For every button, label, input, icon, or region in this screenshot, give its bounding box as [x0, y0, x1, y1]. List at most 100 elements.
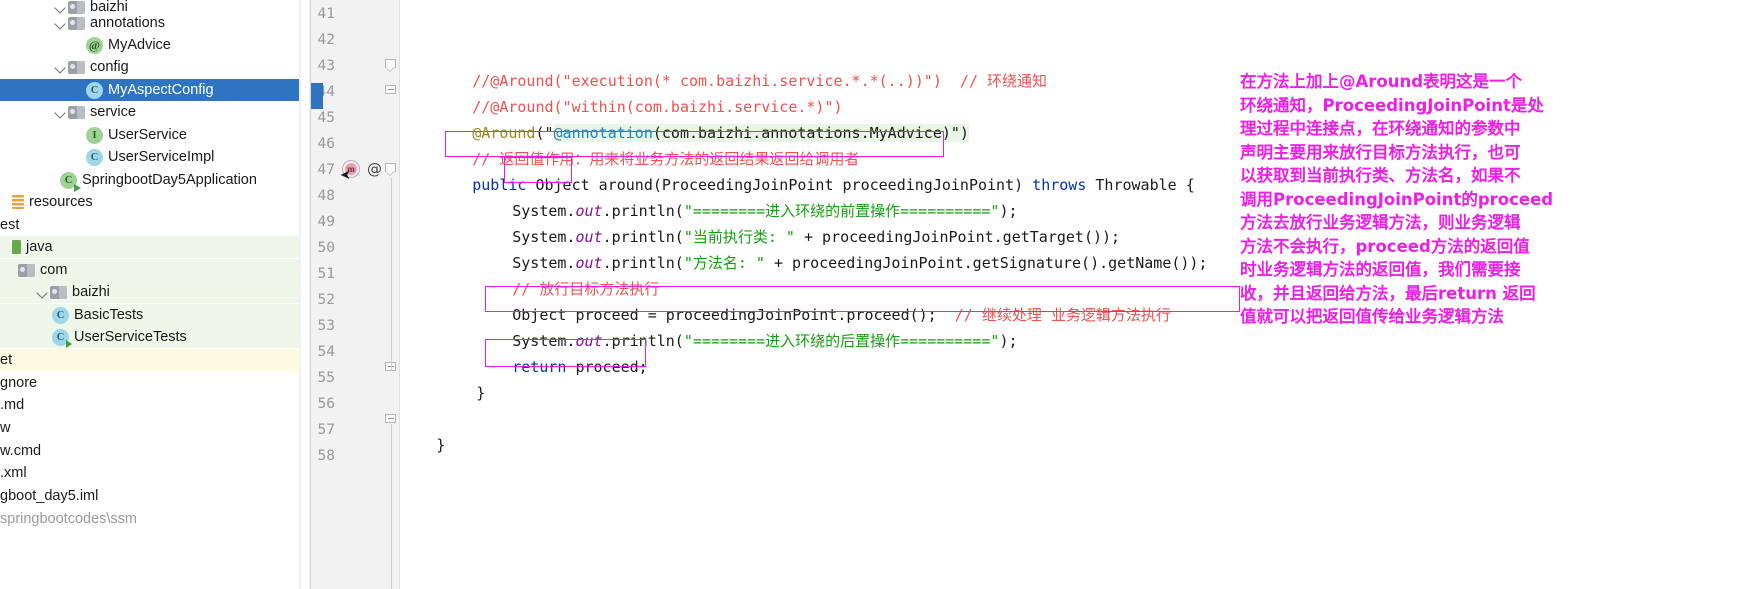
line-number: 55	[317, 370, 335, 386]
note-line: 时业务逻辑方法的返回值，我们需要接	[1240, 260, 1521, 279]
note-line: 理过程中连接点，在环绕通知的参数中	[1240, 119, 1521, 138]
line-number: 41	[317, 6, 335, 22]
annotation-gutter-icon[interactable]: @	[367, 162, 382, 177]
closing-brace: }	[436, 436, 446, 454]
explanatory-annotation-note: 在方法上加上@Around表明这是一个 环绕通知，ProceedingJoinPo…	[1240, 70, 1560, 329]
note-line: 声明主要用来放行目标方法执行，也可	[1240, 142, 1521, 162]
tree-item-annotations[interactable]: annotations	[0, 12, 299, 34]
tree-item-myaspectconfig[interactable]: C MyAspectConfig	[0, 79, 299, 102]
closing-brace: }	[476, 384, 486, 402]
folder-icon	[68, 16, 85, 30]
annotation-icon: @	[86, 36, 103, 54]
string-literal: "方法名: "	[683, 254, 765, 272]
tree-item-label: UserServiceTests	[74, 328, 187, 345]
editor-gutter[interactable]: 41 42 43 44 45 46 47 48 49 50 51 52 53 54 55 56 57 58 m ➤ @	[311, 0, 399, 589]
test-class-icon: C	[52, 328, 72, 348]
throws-clause: Throwable {	[1086, 176, 1195, 194]
tree-item-et[interactable]: et	[0, 349, 299, 372]
tree-item--md[interactable]: .md	[0, 394, 299, 416]
chevron-down-icon[interactable]	[34, 284, 50, 300]
note-line: 调用ProceedingJoinPoint的proceed	[1240, 189, 1554, 209]
tree-item-label: MyAdvice	[108, 36, 171, 53]
tree-item-service[interactable]: service	[0, 101, 299, 123]
tree-item-label: .md	[0, 396, 25, 413]
fold-guide-line	[390, 178, 392, 370]
tree-item-label: .xml	[0, 464, 27, 481]
aspect-advice-gutter-icon[interactable]: m ➤	[340, 160, 360, 182]
line-number: 48	[317, 188, 335, 204]
code-fold-toggle-icon[interactable]	[385, 414, 398, 427]
tree-item-label: service	[90, 103, 136, 120]
line-number: 52	[317, 292, 335, 308]
tree-item-springbootcodes-ssm[interactable]: springbootcodes\ssm	[0, 508, 299, 530]
tree-item-config[interactable]: config	[0, 56, 299, 78]
code-line-55: }	[404, 371, 485, 416]
tree-item-userservicetests[interactable]: C UserServiceTests	[0, 326, 299, 349]
tree-item-label: est	[0, 216, 20, 233]
tree-item-w[interactable]: w	[0, 417, 299, 439]
keyword-return: return	[512, 358, 567, 376]
code-fold-toggle-icon[interactable]	[385, 362, 398, 375]
line-number: 51	[317, 266, 335, 282]
line-number: 54	[317, 344, 335, 360]
line-number: 49	[317, 214, 335, 230]
line-number: 56	[317, 396, 335, 412]
chevron-down-icon[interactable]	[52, 15, 68, 31]
tree-item-java[interactable]: java	[0, 236, 299, 259]
tree-item-basictests[interactable]: C BasicTests	[0, 304, 299, 327]
tree-item--xml[interactable]: .xml	[0, 462, 299, 484]
keyword-throws: throws	[1032, 176, 1087, 194]
resources-icon	[12, 195, 24, 210]
chevron-down-icon[interactable]	[52, 59, 68, 75]
tree-item-userserviceimpl[interactable]: C UserServiceImpl	[0, 146, 299, 168]
tree-item-userservice[interactable]: I UserService	[0, 124, 299, 146]
tree-item-springbootday5application[interactable]: C SpringbootDay5Application	[0, 169, 299, 192]
project-tree-panel[interactable]: baizhi annotations @ MyAdvice config C MyAspec…	[0, 0, 299, 589]
folder-icon	[50, 285, 67, 299]
tree-item-baizhi[interactable]: baizhi	[0, 281, 299, 304]
code-fold-toggle-icon[interactable]	[385, 163, 398, 176]
note-line: 以获取到当前执行类、方法名，如果不	[1240, 166, 1521, 185]
tree-item-label: springbootcodes\ssm	[0, 510, 138, 527]
tree-item-label: annotations	[90, 14, 165, 31]
note-line: 收，并且返回给方法，最后return 返回	[1240, 283, 1536, 303]
line-number: 53	[317, 318, 335, 334]
tree-item-est[interactable]: est	[0, 214, 299, 236]
fold-box	[385, 59, 396, 68]
tree-item-label: MyAspectConfig	[108, 81, 214, 98]
spring-class-icon: C	[60, 171, 81, 192]
line-number: 57	[317, 422, 335, 438]
source-root-icon	[12, 240, 21, 255]
chevron-down-icon[interactable]	[52, 104, 68, 120]
string-literal: "========进入环绕的后置操作=========="	[683, 332, 1000, 350]
folder-icon	[18, 263, 35, 277]
ide-window: baizhi annotations @ MyAdvice config C MyAspec…	[0, 0, 1741, 589]
tree-item-label: SpringbootDay5Application	[82, 171, 257, 188]
fold-dash	[387, 418, 394, 419]
line-number: 47	[317, 162, 335, 178]
statement-end: );	[999, 332, 1018, 350]
line-number: 58	[317, 448, 335, 464]
tree-item-label: gboot_day5.iml	[0, 487, 99, 504]
class-icon: C	[86, 81, 103, 99]
tree-item-myadvice[interactable]: @ MyAdvice	[0, 34, 299, 56]
tree-item-label: UserServiceImpl	[108, 148, 215, 165]
tree-item-label: config	[90, 58, 129, 75]
tree-item-com[interactable]: com	[0, 259, 299, 282]
code-fold-toggle-icon[interactable]	[385, 85, 398, 98]
gutter-selection-marker	[311, 83, 323, 109]
line-number: 45	[317, 110, 335, 126]
code-fold-toggle-icon[interactable]	[385, 59, 398, 72]
note-line: 值就可以把返回值传给业务逻辑方法	[1240, 307, 1504, 326]
tree-item-gboot-day5-iml[interactable]: gboot_day5.iml	[0, 485, 299, 507]
note-line: 方法不会执行，proceed方法的返回值	[1240, 236, 1530, 256]
tree-item-gnore[interactable]: gnore	[0, 372, 299, 394]
fold-guide-line	[390, 424, 392, 589]
tree-item-label: UserService	[108, 126, 187, 143]
tree-item-w-cmd[interactable]: w.cmd	[0, 440, 299, 462]
tree-item-label: w	[0, 419, 11, 436]
tree-item-label: com	[40, 261, 68, 278]
line-number: 50	[317, 240, 335, 256]
note-line: 环绕通知，ProceedingJoinPoint是处	[1240, 95, 1544, 115]
tree-item-resources[interactable]: resources	[0, 191, 299, 213]
